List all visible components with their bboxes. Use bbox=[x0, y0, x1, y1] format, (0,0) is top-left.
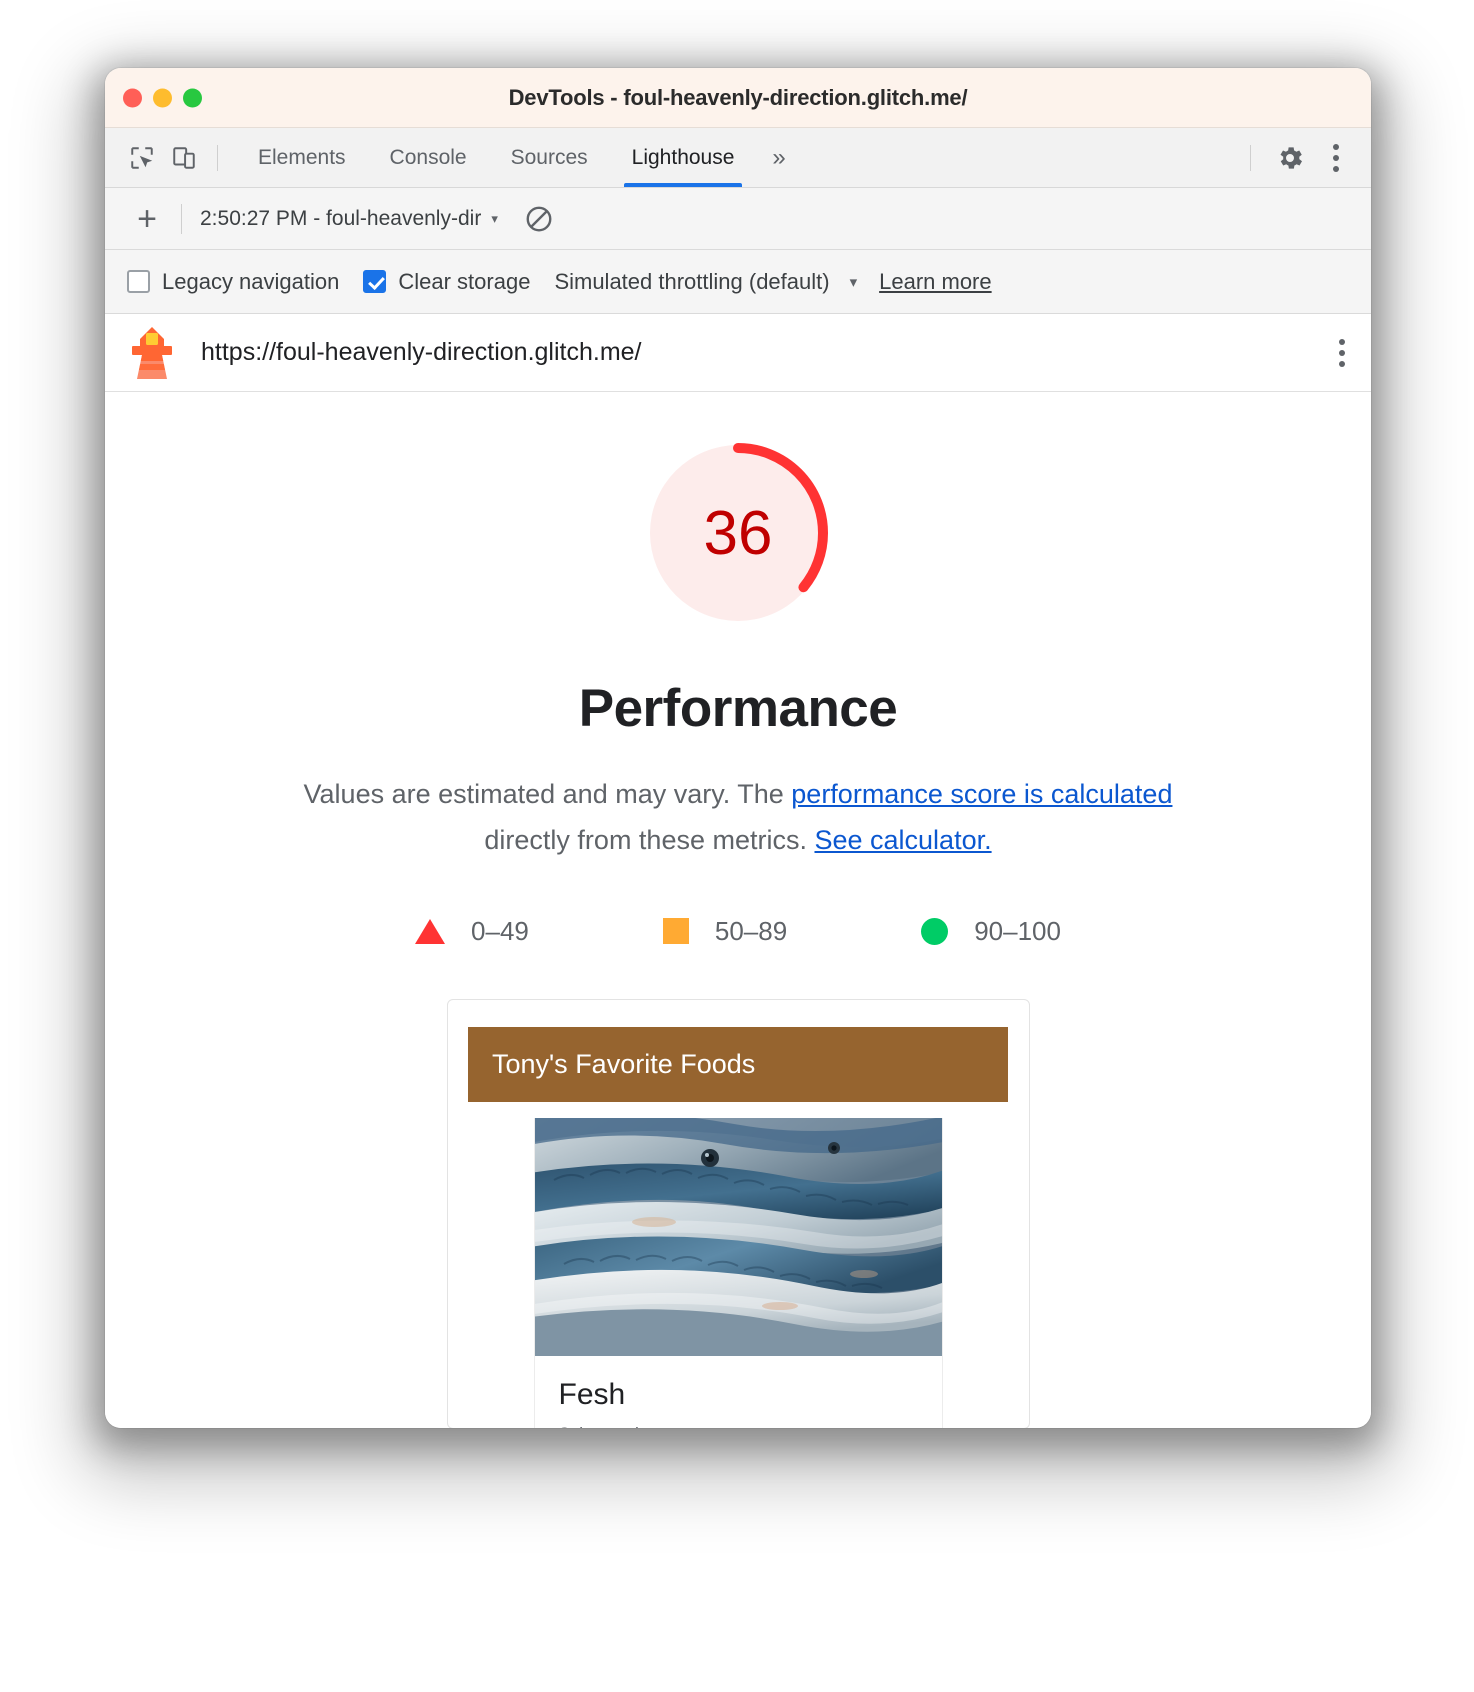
legend-item-average: 50–89 bbox=[662, 915, 788, 947]
screen: DevTools - foul-heavenly-direction.glitc… bbox=[0, 0, 1474, 1692]
chevron-down-icon: ▾ bbox=[491, 210, 498, 226]
site-preview: Tony's Favorite Foods Fesh bbox=[468, 1026, 1008, 1428]
performance-score-value: 36 bbox=[703, 498, 773, 568]
inspect-element-icon[interactable] bbox=[121, 137, 163, 179]
close-window-button[interactable] bbox=[123, 88, 142, 107]
more-tabs-icon[interactable]: » bbox=[756, 128, 801, 187]
traffic-lights bbox=[123, 88, 202, 107]
performance-score-gauge: 36 bbox=[645, 440, 831, 626]
description-text-1: Values are estimated and may vary. The bbox=[303, 779, 792, 809]
device-toolbar-icon[interactable] bbox=[163, 137, 205, 179]
see-calculator-link[interactable]: See calculator. bbox=[814, 825, 991, 855]
tab-console[interactable]: Console bbox=[368, 128, 489, 187]
devtools-window: DevTools - foul-heavenly-direction.glitc… bbox=[105, 68, 1371, 1428]
food-card-subtitle: Salty goodness bbox=[559, 1424, 918, 1428]
report-run-label: 2:50:27 PM - foul-heavenly-dir bbox=[200, 206, 482, 230]
tab-elements[interactable]: Elements bbox=[236, 128, 368, 187]
legend-label-average: 50–89 bbox=[714, 915, 788, 946]
legacy-navigation-checkbox[interactable] bbox=[127, 270, 150, 293]
food-image bbox=[534, 1117, 942, 1356]
kebab-menu-icon[interactable] bbox=[1315, 137, 1357, 179]
throttling-label: Simulated throttling (default) bbox=[554, 268, 830, 294]
window-title: DevTools - foul-heavenly-direction.glitc… bbox=[508, 84, 968, 110]
toolbar-divider-right bbox=[1250, 144, 1251, 171]
minimize-window-button[interactable] bbox=[153, 88, 172, 107]
legend-label-pass: 90–100 bbox=[974, 915, 1061, 946]
lighthouse-report: 36 Performance Values are estimated and … bbox=[105, 392, 1371, 1428]
lighthouse-toolbar-divider bbox=[181, 203, 182, 234]
lighthouse-options-row: Legacy navigation Clear storage Simulate… bbox=[105, 250, 1371, 314]
panel-tabs: Elements Console Sources Lighthouse » bbox=[236, 128, 802, 187]
legend-item-fail: 0–49 bbox=[415, 916, 529, 947]
lighthouse-icon bbox=[129, 325, 175, 381]
triangle-icon bbox=[415, 918, 446, 944]
throttling-dropdown[interactable]: Simulated throttling (default) ▾ bbox=[554, 269, 857, 295]
description-text-2: directly from these metrics. bbox=[484, 825, 815, 856]
final-screenshot-card: Tony's Favorite Foods Fesh bbox=[446, 998, 1030, 1428]
learn-more-link[interactable]: Learn more bbox=[879, 269, 992, 295]
report-url: https://foul-heavenly-direction.glitch.m… bbox=[201, 338, 642, 366]
tab-sources[interactable]: Sources bbox=[489, 128, 610, 187]
performance-score-calculated-link[interactable]: performance score is calculated bbox=[791, 779, 1172, 809]
report-description: Values are estimated and may vary. The p… bbox=[273, 771, 1203, 864]
zoom-window-button[interactable] bbox=[183, 88, 202, 107]
clear-storage-option[interactable]: Clear storage bbox=[363, 269, 530, 295]
window-titlebar: DevTools - foul-heavenly-direction.glitc… bbox=[105, 68, 1371, 128]
clear-storage-label: Clear storage bbox=[398, 268, 531, 294]
new-report-button[interactable]: + bbox=[127, 202, 167, 236]
site-header-title: Tony's Favorite Foods bbox=[468, 1026, 1008, 1102]
score-legend: 0–49 50–89 90–100 bbox=[415, 916, 1061, 947]
legend-item-pass: 90–100 bbox=[921, 916, 1061, 947]
legacy-navigation-label: Legacy navigation bbox=[162, 268, 340, 294]
legacy-navigation-option[interactable]: Legacy navigation bbox=[127, 269, 339, 295]
legend-label-fail: 0–49 bbox=[471, 915, 529, 946]
chevron-down-icon: ▾ bbox=[849, 273, 858, 291]
food-card: Fesh Salty goodness bbox=[533, 1117, 943, 1428]
kebab-menu-icon[interactable] bbox=[1339, 338, 1345, 367]
food-card-body: Fesh Salty goodness bbox=[535, 1356, 942, 1428]
clear-all-icon[interactable] bbox=[524, 204, 554, 234]
devtools-tabstrip: Elements Console Sources Lighthouse » bbox=[105, 128, 1371, 188]
tabstrip-actions bbox=[1250, 128, 1357, 187]
gear-icon[interactable] bbox=[1269, 137, 1311, 179]
clear-storage-checkbox[interactable] bbox=[363, 270, 387, 293]
circle-icon bbox=[921, 917, 949, 945]
report-url-bar: https://foul-heavenly-direction.glitch.m… bbox=[105, 314, 1371, 392]
category-title: Performance bbox=[578, 679, 898, 738]
tab-lighthouse[interactable]: Lighthouse bbox=[610, 128, 757, 187]
food-card-title: Fesh bbox=[558, 1377, 626, 1411]
report-run-dropdown[interactable]: 2:50:27 PM - foul-heavenly-dir ▾ bbox=[200, 207, 498, 231]
lighthouse-toolbar: + 2:50:27 PM - foul-heavenly-dir ▾ bbox=[105, 188, 1371, 250]
toolbar-divider bbox=[217, 144, 218, 171]
square-icon bbox=[662, 918, 689, 945]
